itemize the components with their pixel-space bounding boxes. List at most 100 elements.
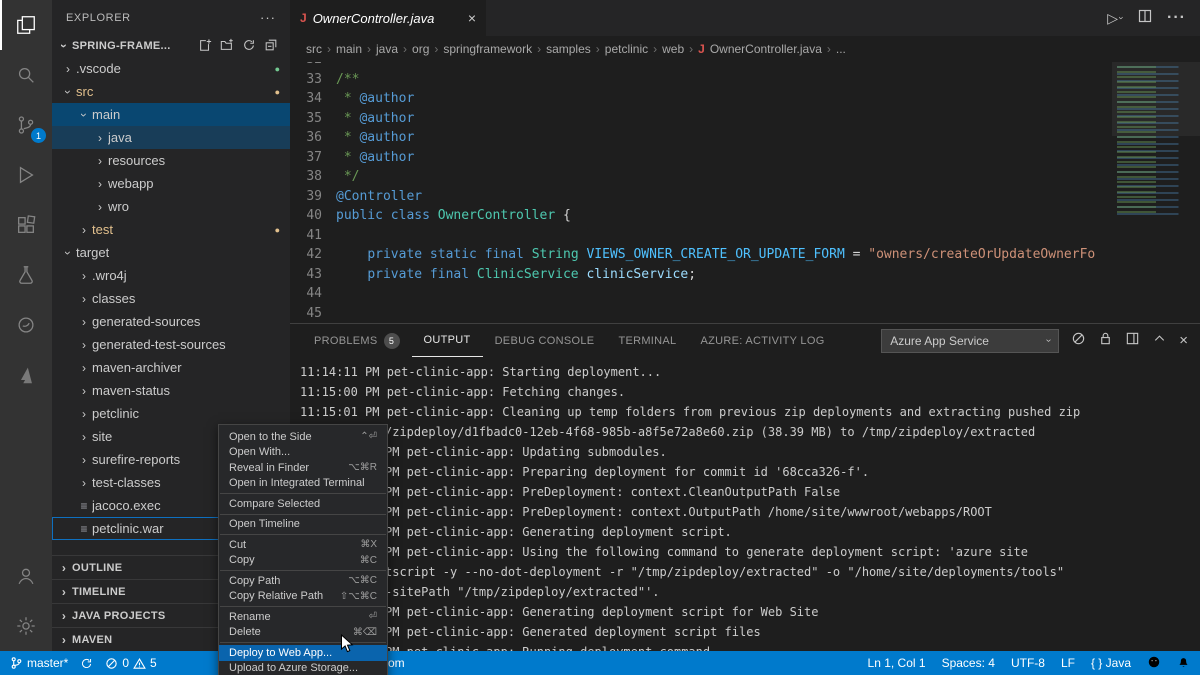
- tab-ownercontroller-java[interactable]: J OwnerController.java ×: [290, 0, 486, 36]
- breadcrumb-item-ownercontroller-java[interactable]: OwnerController.java: [710, 42, 822, 56]
- git-branch-indicator[interactable]: master*: [10, 656, 68, 670]
- menu-item-rename[interactable]: Rename ⏎: [219, 609, 387, 625]
- azure-icon[interactable]: [0, 350, 52, 400]
- menu-item-copy[interactable]: Copy ⌘C: [219, 553, 387, 569]
- breadcrumb-item-samples[interactable]: samples: [546, 42, 591, 56]
- panel-tab-azure-activity-log[interactable]: AZURE: ACTIVITY LOG: [688, 324, 836, 357]
- collapse-all-icon[interactable]: [264, 38, 278, 55]
- tree-item-java[interactable]: › java: [52, 126, 290, 149]
- breadcrumb-item-petclinic[interactable]: petclinic: [605, 42, 648, 56]
- encoding-setting[interactable]: UTF-8: [1011, 656, 1045, 670]
- extensions-icon[interactable]: [0, 200, 52, 250]
- chevron-down-icon: ›: [1116, 16, 1127, 20]
- menu-item-open-with[interactable]: Open With...: [219, 445, 387, 461]
- tree-item-maven-archiver[interactable]: › maven-archiver: [52, 356, 290, 379]
- menu-item-open-to-the-side[interactable]: Open to the Side ⌃⏎: [219, 429, 387, 445]
- java-file-icon: J: [300, 11, 307, 25]
- line-number: 37: [306, 149, 322, 165]
- menu-item-cut[interactable]: Cut ⌘X: [219, 537, 387, 553]
- indentation-setting[interactable]: Spaces: 4: [942, 656, 995, 670]
- menu-item-open-in-integrated-terminal[interactable]: Open in Integrated Terminal: [219, 476, 387, 492]
- error-count: 0: [122, 656, 130, 670]
- close-panel-icon[interactable]: ×: [1179, 332, 1188, 349]
- tree-item-resources[interactable]: › resources: [52, 149, 290, 172]
- breadcrumb-item-org[interactable]: org: [412, 42, 429, 56]
- tree-item-main[interactable]: › main: [52, 103, 290, 126]
- search-icon[interactable]: [0, 50, 52, 100]
- context-menu: Open to the Side ⌃⏎ Open With... Reveal in …: [218, 424, 388, 675]
- output-line: PM pet-clinic-app: Updating submodules.: [385, 445, 667, 459]
- menu-item-label: Copy Path: [229, 574, 281, 587]
- panel-tab-output[interactable]: OUTPUT: [411, 324, 483, 357]
- tree-item-classes[interactable]: › classes: [52, 287, 290, 310]
- lock-icon[interactable]: [1098, 331, 1113, 351]
- output-log[interactable]: 11:14:11 PM pet-clinic-app: Starting dep…: [290, 357, 1200, 651]
- spring-boot-icon[interactable]: [0, 300, 52, 350]
- project-section-header[interactable]: › SPRING-FRAME...: [52, 35, 290, 57]
- breadcrumb-item-springframework[interactable]: springframework: [443, 42, 532, 56]
- tree-item-wro4j[interactable]: › .wro4j: [52, 264, 290, 287]
- breadcrumb-item-web[interactable]: web: [662, 42, 684, 56]
- chevron-right-icon: ›: [61, 608, 67, 623]
- clear-output-icon[interactable]: [1071, 331, 1086, 351]
- status-bar: master* 0 5 om Ln 1, Col 1 Spaces: 4 UTF…: [0, 651, 1200, 675]
- tree-item-maven-status[interactable]: › maven-status: [52, 379, 290, 402]
- tree-item-generated-sources[interactable]: › generated-sources: [52, 310, 290, 333]
- menu-item-copy-relative-path[interactable]: Copy Relative Path ⇧⌥⌘C: [219, 589, 387, 605]
- chevron-right-icon: ›: [82, 383, 86, 398]
- open-in-editor-icon[interactable]: [1125, 331, 1140, 351]
- tree-item-generated-test-sources[interactable]: › generated-test-sources: [52, 333, 290, 356]
- menu-item-compare-selected[interactable]: Compare Selected: [219, 496, 387, 512]
- code-line: 42 private static final String VIEWS_OWN…: [290, 245, 1112, 265]
- panel-tab-terminal[interactable]: TERMINAL: [606, 324, 688, 357]
- breadcrumb-item-[interactable]: ...: [836, 42, 846, 56]
- notifications-bell-icon[interactable]: [1177, 655, 1190, 672]
- run-button[interactable]: ▷ ›: [1107, 10, 1126, 27]
- minimap[interactable]: [1112, 62, 1200, 323]
- language-mode[interactable]: { } Java: [1091, 656, 1131, 670]
- sync-button[interactable]: [80, 657, 93, 670]
- output-line: tscript -y --no-dot-deployment -r "/tmp/…: [385, 565, 1065, 579]
- maximize-panel-icon[interactable]: [1152, 331, 1167, 351]
- menu-item-upload-to-azure-storage[interactable]: Upload to Azure Storage...: [219, 661, 387, 675]
- more-actions-icon[interactable]: ···: [260, 10, 276, 25]
- tree-item-vscode[interactable]: › .vscode ●: [52, 57, 290, 80]
- tree-item-webapp[interactable]: › webapp: [52, 172, 290, 195]
- breadcrumb-item-main[interactable]: main: [336, 42, 362, 56]
- more-actions-icon[interactable]: ···: [1167, 9, 1186, 27]
- account-icon[interactable]: [0, 551, 52, 601]
- code-editor[interactable]: 3233/**34 * @author35 * @author36 * @aut…: [290, 62, 1200, 323]
- menu-item-copy-path[interactable]: Copy Path ⌥⌘C: [219, 573, 387, 589]
- menu-separator: [220, 570, 386, 571]
- tree-item-target[interactable]: › target: [52, 241, 290, 264]
- breadcrumb-item-java[interactable]: java: [376, 42, 398, 56]
- new-folder-icon[interactable]: [220, 38, 234, 55]
- new-file-icon[interactable]: [198, 38, 212, 55]
- code-line: 37 * @author: [290, 148, 1112, 168]
- refresh-icon[interactable]: [242, 38, 256, 55]
- tree-item-test[interactable]: › test ●: [52, 218, 290, 241]
- output-channel-dropdown[interactable]: Azure App Service ›: [881, 328, 1060, 353]
- eol-setting[interactable]: LF: [1061, 656, 1075, 670]
- menu-item-deploy-to-web-app[interactable]: Deploy to Web App...: [219, 645, 387, 661]
- tree-item-src[interactable]: › src ●: [52, 80, 290, 103]
- problems-indicator[interactable]: 0 5: [105, 656, 157, 670]
- cursor-position[interactable]: Ln 1, Col 1: [868, 656, 926, 670]
- run-debug-icon[interactable]: [0, 150, 52, 200]
- tree-item-petclinic[interactable]: › petclinic: [52, 402, 290, 425]
- source-control-icon[interactable]: 1: [0, 100, 52, 150]
- split-editor-icon[interactable]: [1137, 8, 1153, 29]
- menu-item-delete[interactable]: Delete ⌘⌫: [219, 625, 387, 641]
- menu-item-reveal-in-finder[interactable]: Reveal in Finder ⌥⌘R: [219, 460, 387, 476]
- file-icon: ≡: [80, 498, 88, 513]
- panel-tab-problems[interactable]: PROBLEMS 5: [302, 324, 412, 357]
- panel-tab-debug-console[interactable]: DEBUG CONSOLE: [483, 324, 607, 357]
- settings-gear-icon[interactable]: [0, 601, 52, 651]
- tree-item-wro[interactable]: › wro: [52, 195, 290, 218]
- testing-icon[interactable]: [0, 250, 52, 300]
- feedback-icon[interactable]: [1147, 655, 1161, 672]
- breadcrumb-item-src[interactable]: src: [306, 42, 322, 56]
- close-icon[interactable]: ×: [468, 10, 476, 26]
- explorer-icon[interactable]: [0, 0, 52, 50]
- menu-item-open-timeline[interactable]: Open Timeline: [219, 517, 387, 533]
